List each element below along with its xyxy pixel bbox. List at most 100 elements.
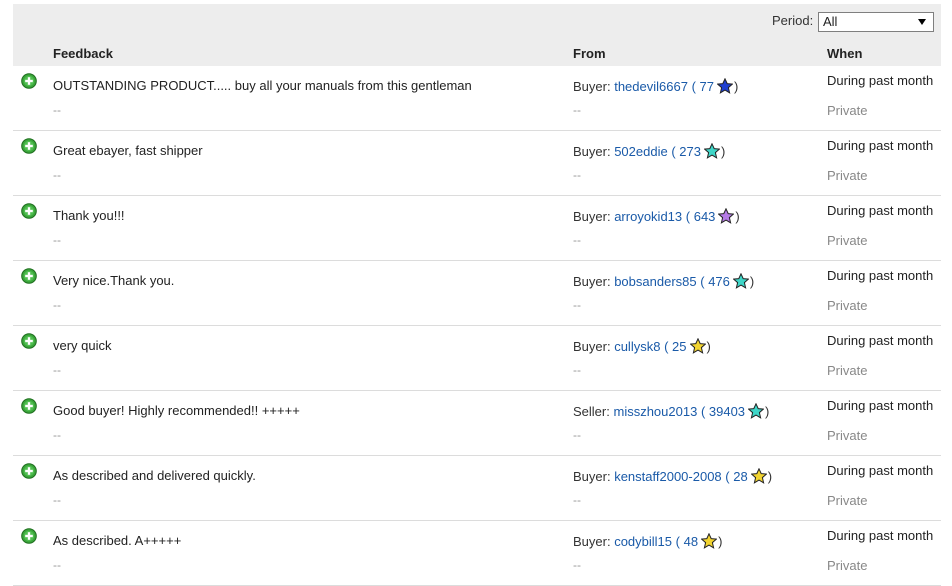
member-role: Seller: [573, 404, 610, 419]
positive-rating-icon [21, 138, 37, 154]
feedback-reply: -- [53, 363, 61, 377]
feedback-when: During past month [827, 73, 934, 88]
member-link[interactable]: thedevil6667 [614, 79, 688, 94]
feedback-score[interactable]: 39403 [709, 404, 745, 419]
member-role: Buyer: [573, 274, 611, 289]
feedback-score-link[interactable]: ( 77 [692, 79, 714, 94]
item-info: -- [573, 298, 581, 312]
feedback-comment: Thank you!!! [53, 208, 125, 223]
feedback-comment: OUTSTANDING PRODUCT..... buy all your ma… [53, 78, 472, 93]
member-role: Buyer: [573, 79, 611, 94]
feedback-score-link[interactable]: ( 643 [686, 209, 716, 224]
member-link[interactable]: bobsanders85 [614, 274, 696, 289]
from-cell: Buyer: cullysk8 ( 25) [573, 337, 711, 357]
member-role: Buyer: [573, 339, 611, 354]
score-close-paren: ) [733, 79, 739, 94]
from-cell: Buyer: kenstaff2000-2008 ( 28) [573, 467, 773, 487]
star-icon [750, 467, 768, 487]
feedback-comment: very quick [53, 338, 112, 353]
table-row: As described. A+++++ -- Buyer: codybill15 … [13, 521, 941, 586]
from-cell: Buyer: codybill15 ( 48) [573, 532, 722, 552]
item-price: Private [827, 428, 868, 443]
feedback-comment: As described and delivered quickly. [53, 468, 256, 483]
member-role: Buyer: [573, 144, 611, 159]
feedback-score-link[interactable]: ( 28 [725, 469, 747, 484]
feedback-score[interactable]: 48 [684, 534, 698, 549]
feedback-score[interactable]: 77 [700, 79, 714, 94]
member-link[interactable]: codybill15 [614, 534, 672, 549]
feedback-score-link[interactable]: ( 48 [676, 534, 698, 549]
positive-rating-icon [21, 203, 37, 219]
column-from: From [573, 46, 606, 61]
feedback-score-link[interactable]: ( 39403 [701, 404, 745, 419]
item-price: Private [827, 103, 868, 118]
column-when: When [827, 46, 863, 61]
star-icon [747, 402, 765, 422]
member-link[interactable]: kenstaff2000-2008 [614, 469, 721, 484]
item-info: -- [573, 233, 581, 247]
feedback-reply: -- [53, 233, 61, 247]
member-link[interactable]: arroyokid13 [614, 209, 682, 224]
feedback-when: During past month [827, 463, 934, 478]
period-select[interactable]: All [818, 12, 934, 32]
member-link[interactable]: cullysk8 [614, 339, 660, 354]
feedback-list: OUTSTANDING PRODUCT..... buy all your ma… [13, 66, 941, 586]
item-price: Private [827, 558, 868, 573]
positive-rating-icon [21, 528, 37, 544]
feedback-when: During past month [827, 528, 934, 543]
feedback-score-link[interactable]: ( 476 [700, 274, 730, 289]
score-close-paren: ) [720, 144, 726, 159]
feedback-score[interactable]: 273 [679, 144, 701, 159]
star-icon [688, 337, 707, 357]
feedback-comment: Very nice.Thank you. [53, 273, 175, 288]
chevron-down-icon [918, 19, 926, 25]
feedback-score[interactable]: 476 [708, 274, 730, 289]
star-icon [716, 77, 734, 97]
item-info: -- [573, 103, 581, 117]
from-cell: Buyer: 502eddie ( 273) [573, 142, 726, 162]
member-link[interactable]: 502eddie [614, 144, 668, 159]
from-cell: Seller: misszhou2013 ( 39403) [573, 402, 770, 422]
score-close-paren: ) [749, 274, 755, 289]
positive-rating-icon [21, 268, 37, 284]
member-link[interactable]: misszhou2013 [613, 404, 697, 419]
period-selected-value: All [823, 14, 838, 29]
positive-rating-icon [21, 398, 37, 414]
from-cell: Buyer: bobsanders85 ( 476) [573, 272, 755, 292]
feedback-score-link[interactable]: ( 273 [671, 144, 701, 159]
item-price: Private [827, 363, 868, 378]
positive-rating-icon [21, 73, 37, 89]
feedback-reply: -- [53, 428, 61, 442]
table-row: OUTSTANDING PRODUCT..... buy all your ma… [13, 66, 941, 131]
feedback-when: During past month [827, 203, 934, 218]
score-close-paren: ) [765, 404, 770, 419]
item-info: -- [573, 558, 581, 572]
column-feedback: Feedback [53, 46, 113, 61]
feedback-comment: As described. A+++++ [53, 533, 182, 548]
star-icon [732, 272, 750, 292]
item-info: -- [573, 493, 581, 507]
feedback-comment: Great ebayer, fast shipper [53, 143, 203, 158]
score-close-paren: ) [767, 469, 773, 484]
score-close-paren: ) [706, 339, 711, 354]
feedback-score[interactable]: 25 [672, 339, 686, 354]
positive-rating-icon [21, 333, 37, 349]
star-icon [700, 532, 718, 552]
member-role: Buyer: [573, 209, 611, 224]
table-row: very quick -- Buyer: cullysk8 ( 25) -- Durin… [13, 326, 941, 391]
member-role: Buyer: [573, 469, 611, 484]
member-role: Buyer: [573, 534, 611, 549]
star-icon [717, 207, 736, 227]
item-info: -- [573, 428, 581, 442]
item-info: -- [573, 168, 581, 182]
feedback-reply: -- [53, 168, 61, 182]
item-price: Private [827, 298, 868, 313]
table-row: Thank you!!! -- Buyer: arroyokid13 ( 643) -… [13, 196, 941, 261]
feedback-when: During past month [827, 138, 934, 153]
table-header: Feedback From When [13, 40, 941, 66]
feedback-score[interactable]: 643 [694, 209, 716, 224]
feedback-score[interactable]: 28 [733, 469, 747, 484]
item-price: Private [827, 168, 868, 183]
table-row: Great ebayer, fast shipper -- Buyer: 502ed… [13, 131, 941, 196]
feedback-score-link[interactable]: ( 25 [664, 339, 686, 354]
